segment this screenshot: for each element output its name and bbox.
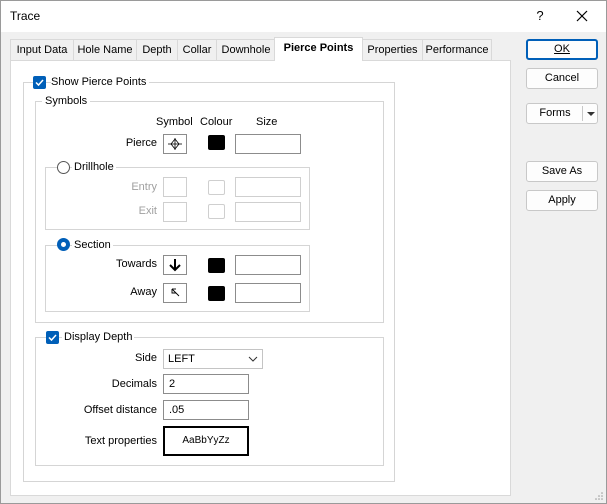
exit-size-input[interactable]: [235, 202, 301, 222]
cancel-button[interactable]: Cancel: [526, 68, 598, 89]
display-depth-label: Display Depth: [62, 331, 135, 343]
trace-dialog: Trace ? Input Data Hole Name Depth Colla…: [0, 0, 607, 504]
entry-colour-swatch[interactable]: [208, 180, 225, 195]
checkmark-icon: [48, 334, 57, 342]
pierce-label: Pierce: [125, 137, 157, 149]
dropdown-arrow-icon[interactable]: [586, 111, 596, 117]
away-label: Away: [130, 286, 157, 298]
towards-size-input[interactable]: [235, 255, 301, 275]
tab-properties[interactable]: Properties: [362, 39, 423, 60]
show-pierce-points-checkbox[interactable]: [33, 76, 46, 89]
tab-panel-pierce-points: Show Pierce Points Symbols Symbol Colour…: [10, 60, 511, 496]
ok-button[interactable]: OK: [526, 39, 598, 60]
exit-label: Exit: [138, 205, 157, 217]
display-depth-checkbox[interactable]: [46, 331, 59, 344]
entry-label: Entry: [131, 181, 157, 193]
text-properties-label: Text properties: [84, 435, 157, 447]
towards-symbol-button[interactable]: [163, 255, 187, 275]
text-properties-button[interactable]: AaBbYyZz: [163, 426, 249, 456]
window-title: Trace: [10, 9, 41, 23]
tab-input-data[interactable]: Input Data: [10, 39, 74, 60]
exit-colour-swatch[interactable]: [208, 204, 225, 219]
pierce-symbol-icon: [168, 138, 182, 150]
resize-grip-icon[interactable]: [594, 491, 604, 501]
tab-depth[interactable]: Depth: [136, 39, 178, 60]
exit-symbol-button[interactable]: [163, 202, 187, 222]
title-bar: Trace ?: [1, 1, 606, 32]
decimals-label: Decimals: [111, 378, 157, 390]
side-select-value: LEFT: [168, 353, 195, 365]
tab-performance[interactable]: Performance: [422, 39, 492, 60]
symbol-column-header: Symbol: [156, 116, 193, 128]
tab-collar[interactable]: Collar: [177, 39, 217, 60]
pierce-colour-swatch[interactable]: [208, 135, 225, 150]
entry-symbol-button[interactable]: [163, 177, 187, 197]
offset-distance-input[interactable]: .05: [163, 400, 249, 420]
forms-button-label: Forms: [539, 107, 571, 119]
drillhole-radio[interactable]: [57, 161, 70, 174]
away-size-input[interactable]: [235, 283, 301, 303]
tab-pierce-points[interactable]: Pierce Points: [274, 37, 363, 61]
forms-button[interactable]: Forms: [526, 103, 598, 124]
chevron-down-icon: [248, 356, 258, 362]
size-column-header: Size: [256, 116, 278, 128]
checkmark-icon: [35, 79, 44, 87]
tab-hole-name[interactable]: Hole Name: [73, 39, 137, 60]
apply-button-label: Apply: [548, 194, 576, 206]
pierce-symbol-button[interactable]: [163, 134, 187, 154]
pierce-size-input[interactable]: [235, 134, 301, 154]
save-as-button[interactable]: Save As: [526, 161, 598, 182]
ok-button-label: OK: [554, 43, 570, 55]
away-symbol-button[interactable]: [163, 283, 187, 303]
drillhole-label: Drillhole: [72, 161, 116, 173]
arrow-away-icon: [171, 288, 180, 297]
side-label: Side: [134, 352, 157, 364]
decimals-input[interactable]: 2: [163, 374, 249, 394]
section-radio[interactable]: [57, 238, 70, 251]
towards-colour-swatch[interactable]: [208, 258, 225, 273]
close-button[interactable]: [567, 5, 597, 27]
arrow-down-icon: [169, 259, 181, 272]
help-button[interactable]: ?: [528, 5, 552, 27]
forms-split-divider: [582, 106, 583, 121]
entry-size-input[interactable]: [235, 177, 301, 197]
towards-label: Towards: [116, 258, 157, 270]
close-icon: [576, 10, 588, 22]
side-select[interactable]: LEFT: [163, 349, 263, 369]
tab-downhole[interactable]: Downhole: [216, 39, 276, 60]
colour-column-header: Colour: [200, 116, 233, 128]
section-label: Section: [72, 239, 113, 251]
save-as-button-label: Save As: [541, 165, 583, 177]
offset-distance-label: Offset distance: [83, 404, 157, 416]
symbols-group-title: Symbols: [42, 95, 91, 107]
cancel-button-label: Cancel: [544, 72, 580, 84]
apply-button[interactable]: Apply: [526, 190, 598, 211]
away-colour-swatch[interactable]: [208, 286, 225, 301]
show-pierce-points-label: Show Pierce Points: [51, 76, 150, 88]
